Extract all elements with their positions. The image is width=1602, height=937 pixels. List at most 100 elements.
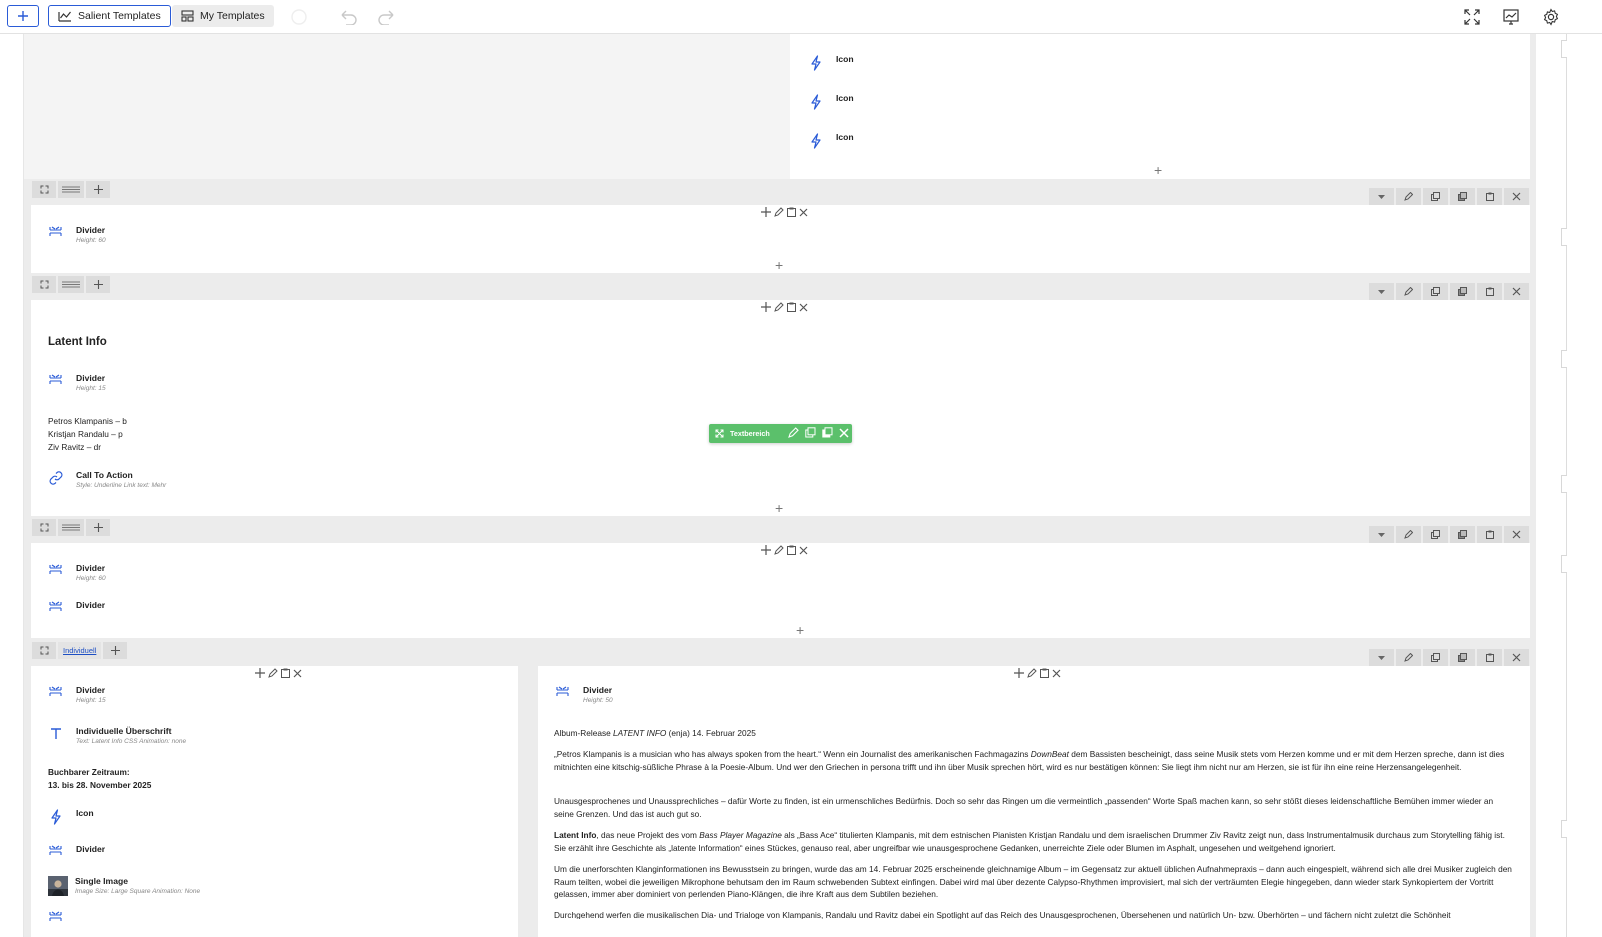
copy-icon[interactable]: [822, 425, 833, 443]
paste-clipboard-icon[interactable]: [1477, 649, 1502, 666]
divider-element[interactable]: Divider Height: 50: [555, 685, 613, 704]
paste-clipboard-icon[interactable]: [1477, 526, 1502, 543]
row-resize-icon[interactable]: [32, 642, 56, 659]
add-element-plus[interactable]: +: [775, 501, 783, 515]
empty-column: [24, 34, 790, 179]
salient-templates-label: Salient Templates: [78, 10, 161, 22]
column-edit-icon[interactable]: [268, 668, 278, 678]
column-delete-icon[interactable]: [799, 546, 808, 555]
row-layout-icon[interactable]: [58, 276, 84, 293]
clone-icon[interactable]: [1423, 649, 1448, 666]
clone-icon[interactable]: [805, 425, 816, 443]
copy-icon[interactable]: [1450, 649, 1475, 666]
delete-close-icon[interactable]: [1504, 188, 1529, 205]
delete-close-icon[interactable]: [839, 425, 849, 443]
paste-clipboard-icon[interactable]: [1477, 188, 1502, 205]
column-clipboard-icon[interactable]: [787, 545, 796, 555]
copy-icon[interactable]: [1450, 526, 1475, 543]
column-edit-icon[interactable]: [774, 207, 784, 217]
redo-icon[interactable]: [376, 6, 398, 28]
member-line: Ziv Ravitz – dr: [48, 442, 102, 452]
column-clipboard-icon[interactable]: [1040, 668, 1049, 678]
clone-icon[interactable]: [1423, 188, 1448, 205]
add-element-button[interactable]: [7, 5, 39, 27]
icon-element[interactable]: Icon: [808, 93, 854, 110]
row-resize-icon[interactable]: [32, 519, 56, 536]
divider-element[interactable]: [48, 910, 63, 922]
collapse-chevron-icon[interactable]: [1369, 188, 1394, 205]
rail-handle[interactable]: [1561, 40, 1567, 58]
column-add-icon[interactable]: [761, 302, 771, 312]
single-image-element[interactable]: Single Image Image Size: Large Square Ani…: [48, 876, 200, 896]
salient-templates-button[interactable]: Salient Templates: [48, 5, 171, 27]
divider-element[interactable]: Divider: [48, 844, 105, 856]
rail-handle[interactable]: [1561, 555, 1567, 573]
column-add-icon[interactable]: [761, 207, 771, 217]
clone-icon[interactable]: [1423, 526, 1448, 543]
divider-element[interactable]: Divider Height: 15: [48, 685, 106, 704]
row-add-icon[interactable]: [86, 519, 110, 536]
copy-icon[interactable]: [1450, 188, 1475, 205]
add-element-plus[interactable]: +: [1154, 163, 1162, 177]
history-icon[interactable]: [288, 6, 310, 28]
divider-element[interactable]: Divider Height: 15: [48, 373, 106, 392]
edit-pencil-icon[interactable]: [1396, 649, 1421, 666]
column-clipboard-icon[interactable]: [787, 207, 796, 217]
add-element-plus[interactable]: +: [775, 258, 783, 272]
column-edit-icon[interactable]: [774, 545, 784, 555]
collapse-chevron-icon[interactable]: [1369, 649, 1394, 666]
row-add-icon[interactable]: [86, 181, 110, 198]
settings-gear-icon[interactable]: [1540, 6, 1562, 28]
row-layout-icon[interactable]: [58, 519, 84, 536]
rail-handle[interactable]: [1561, 475, 1567, 493]
edit-pencil-icon[interactable]: [1396, 283, 1421, 300]
collapse-chevron-icon[interactable]: [1369, 283, 1394, 300]
column-edit-icon[interactable]: [774, 302, 784, 312]
row-add-icon[interactable]: [103, 642, 128, 659]
fullscreen-icon[interactable]: [1461, 6, 1483, 28]
column-add-icon[interactable]: [1014, 668, 1024, 678]
add-element-plus[interactable]: +: [796, 623, 804, 637]
edit-pencil-icon[interactable]: [1396, 188, 1421, 205]
column-clipboard-icon[interactable]: [787, 302, 796, 312]
divider-element[interactable]: Divider Height: 60: [48, 225, 106, 244]
my-templates-button[interactable]: My Templates: [172, 5, 274, 27]
clone-icon[interactable]: [1423, 283, 1448, 300]
copy-icon[interactable]: [1450, 283, 1475, 300]
delete-close-icon[interactable]: [1504, 283, 1529, 300]
undo-icon[interactable]: [337, 6, 359, 28]
divider-element[interactable]: Divider Height: 60: [48, 563, 106, 582]
column-delete-icon[interactable]: [1052, 669, 1061, 678]
call-to-action-element[interactable]: Call To Action Style: Underline Link text…: [48, 470, 166, 489]
delete-close-icon[interactable]: [1504, 649, 1529, 666]
row-layout-icon[interactable]: [58, 181, 84, 198]
row-resize-icon[interactable]: [32, 181, 56, 198]
delete-close-icon[interactable]: [1504, 526, 1529, 543]
column-add-icon[interactable]: [761, 545, 771, 555]
paste-clipboard-icon[interactable]: [1477, 283, 1502, 300]
performance-chart-icon[interactable]: [1500, 6, 1522, 28]
edit-pencil-icon[interactable]: [787, 425, 799, 443]
column-clipboard-icon[interactable]: [281, 668, 290, 678]
divider-element[interactable]: Divider: [48, 600, 105, 612]
text-block-toolbar[interactable]: Textbereich: [709, 424, 852, 443]
rail-handle[interactable]: [1561, 820, 1567, 838]
column-delete-icon[interactable]: [799, 208, 808, 217]
column-add-icon[interactable]: [255, 668, 265, 678]
rail-handle[interactable]: [1561, 350, 1567, 368]
drag-handle-icon[interactable]: [715, 425, 724, 443]
custom-heading-element[interactable]: Individuelle Überschrift Text: Latent Inf…: [48, 726, 186, 745]
column-delete-icon[interactable]: [293, 669, 302, 678]
icon-element[interactable]: Icon: [808, 54, 854, 71]
row-resize-icon[interactable]: [32, 276, 56, 293]
icon-element[interactable]: Icon: [808, 132, 854, 149]
column-edit-icon[interactable]: [1027, 668, 1037, 678]
rail-handle[interactable]: [1561, 228, 1567, 246]
row-layout-individuell[interactable]: Individuell: [58, 642, 102, 659]
icon-element[interactable]: Icon: [48, 808, 94, 825]
edit-pencil-icon[interactable]: [1396, 526, 1421, 543]
collapse-chevron-icon[interactable]: [1369, 526, 1394, 543]
element-title: Icon: [76, 808, 94, 818]
row-add-icon[interactable]: [86, 276, 110, 293]
column-delete-icon[interactable]: [799, 303, 808, 312]
